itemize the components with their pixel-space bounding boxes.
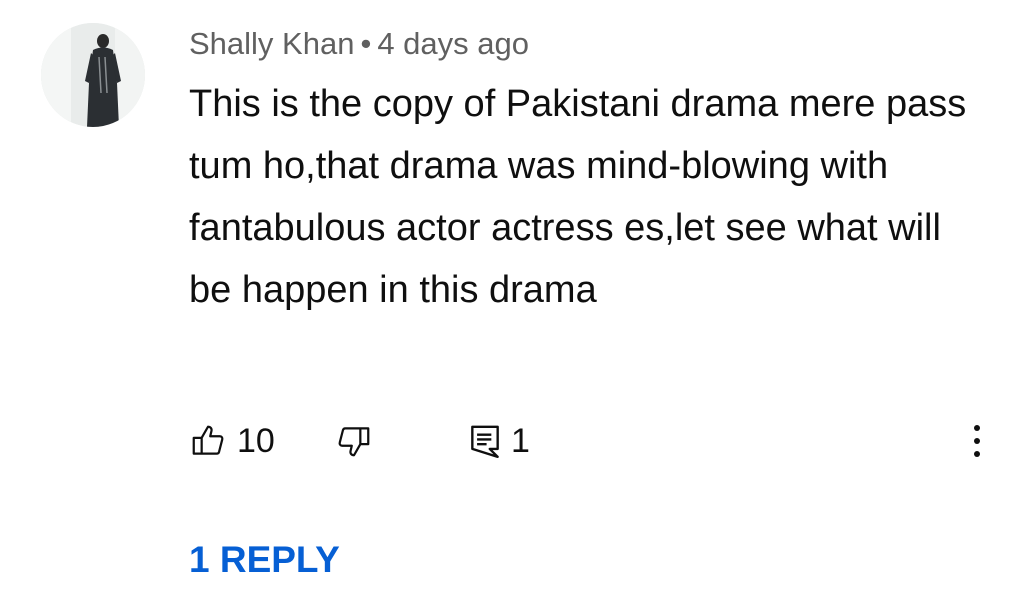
more-vert-icon [974, 425, 980, 457]
comment-timestamp[interactable]: 4 days ago [377, 26, 529, 61]
meta-separator: • [360, 26, 372, 61]
avatar-image [41, 23, 145, 127]
more-options-button[interactable] [962, 420, 992, 462]
reply-count: 1 [511, 422, 530, 460]
like-button[interactable]: 10 [189, 418, 275, 464]
reply-comment-icon [471, 425, 499, 459]
thumbs-up-icon [192, 425, 224, 455]
reply-button[interactable]: 1 [469, 418, 530, 464]
view-replies-link[interactable]: 1 REPLY [189, 538, 340, 582]
dislike-button[interactable] [335, 418, 373, 464]
comment-text: This is the copy of Pakistani drama mere… [189, 83, 967, 311]
comment-action-bar: 10 1 [189, 418, 999, 464]
comment-meta: Shally Khan • 4 days ago [189, 24, 529, 64]
avatar[interactable] [41, 23, 145, 127]
thumbs-down-icon [338, 427, 370, 457]
like-count: 10 [237, 422, 275, 460]
author-name[interactable]: Shally Khan [189, 26, 354, 61]
